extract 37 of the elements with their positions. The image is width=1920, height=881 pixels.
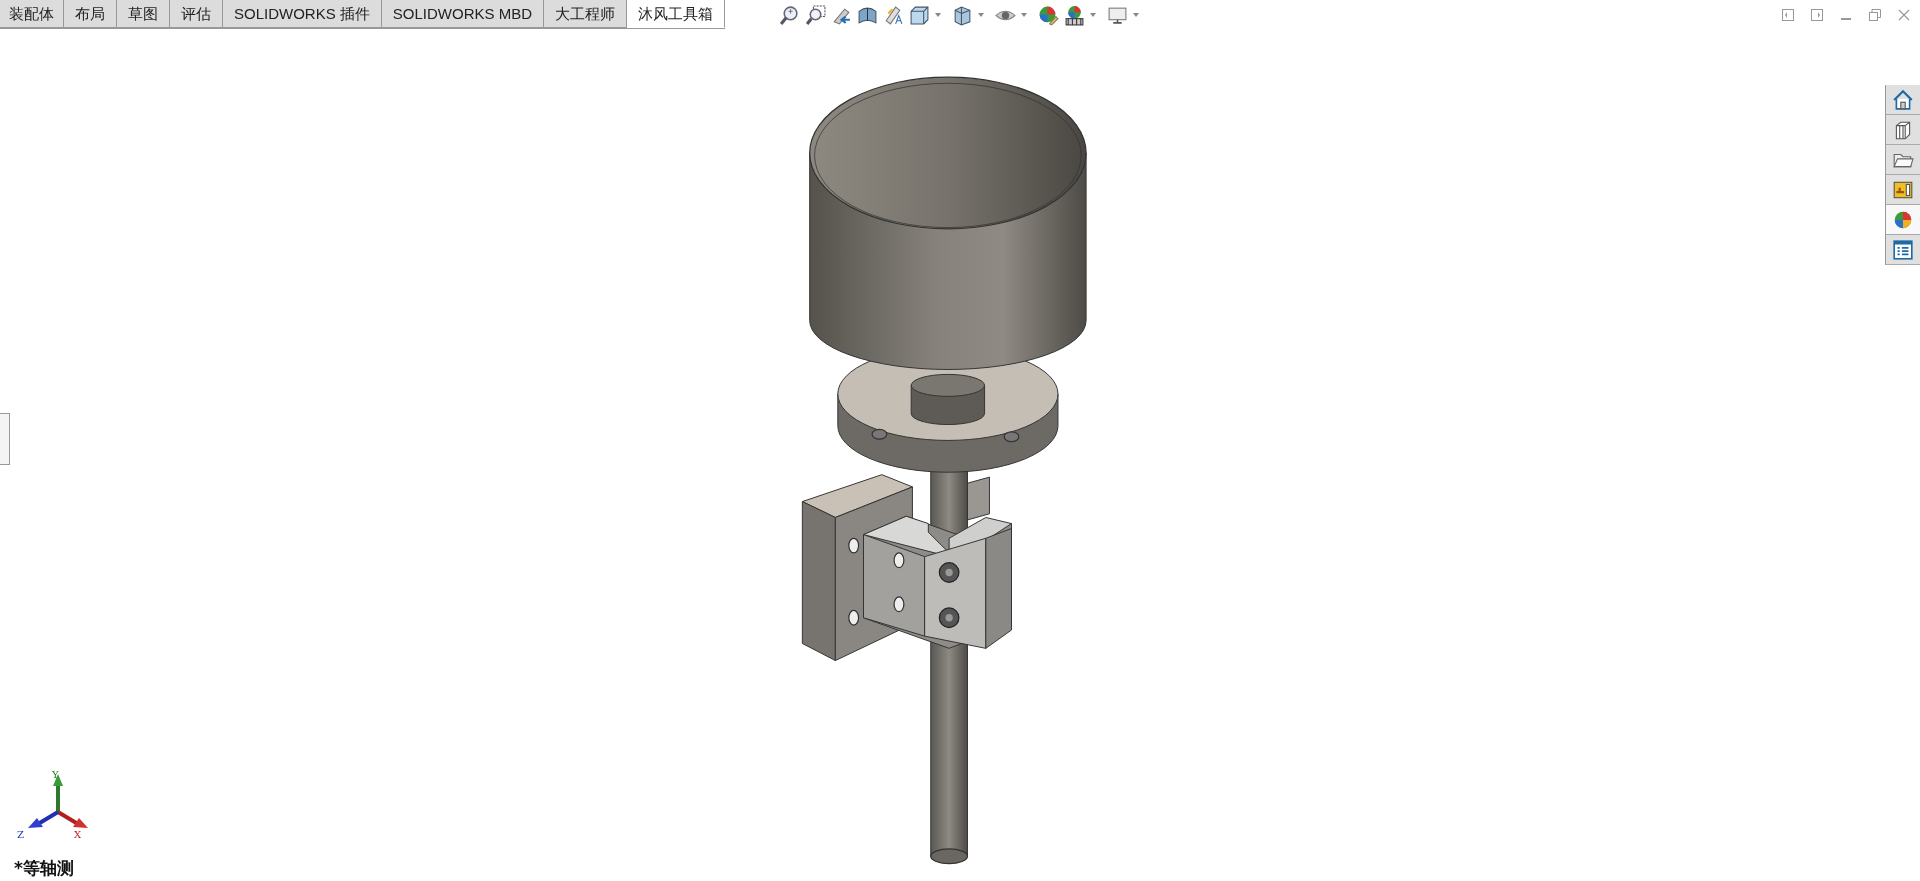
caret-icon[interactable] [935, 13, 942, 17]
display-style-icon[interactable] [952, 4, 974, 26]
folder-tab[interactable] [1886, 145, 1920, 175]
ribbon-tab[interactable]: 大工程师 [544, 0, 628, 28]
ribbon-tab[interactable]: SOLIDWORKS MBD [381, 0, 545, 28]
design-library-tab[interactable] [1886, 115, 1920, 145]
ribbon-tab[interactable]: 布局 [64, 0, 117, 28]
home-icon [1892, 88, 1914, 111]
view-orientation-icon[interactable] [909, 4, 931, 26]
home-tab[interactable] [1886, 85, 1920, 115]
edit-appearance-icon[interactable] [1038, 4, 1060, 26]
caret-icon[interactable] [1090, 13, 1097, 17]
list-icon [1892, 238, 1914, 261]
restore-icon[interactable] [1869, 9, 1881, 21]
appearances-tab[interactable] [1886, 205, 1920, 235]
ribbon-tab[interactable]: SOLIDWORKS 插件 [223, 0, 382, 28]
ribbon-tab[interactable]: 评估 [170, 0, 223, 28]
view-name-label: *等轴测 [14, 857, 74, 880]
caret-icon[interactable] [1021, 13, 1028, 17]
ribbon-tab[interactable]: 草图 [117, 0, 170, 28]
close-icon[interactable] [1898, 9, 1910, 21]
axis-label: Z [17, 830, 24, 840]
zoom-area-icon[interactable] [805, 4, 827, 26]
tile-right-icon[interactable] [1811, 9, 1823, 21]
scene-icon[interactable] [1064, 4, 1086, 26]
dynamic-annotation-icon[interactable] [883, 4, 905, 26]
caret-icon[interactable] [978, 13, 985, 17]
section-view-icon[interactable] [857, 4, 879, 26]
ribbon-tab[interactable]: 装配体 [0, 0, 64, 28]
view-palette-tab[interactable] [1886, 175, 1920, 205]
tile-left-icon[interactable] [1782, 9, 1794, 21]
caret-icon[interactable] [1133, 13, 1140, 17]
axis-label: X [74, 830, 82, 840]
zoom-to-fit-icon[interactable] [779, 4, 801, 26]
axis-label: Y [52, 770, 59, 780]
custom-properties-tab[interactable] [1886, 235, 1920, 265]
panel-toggle-handle[interactable] [0, 413, 10, 465]
